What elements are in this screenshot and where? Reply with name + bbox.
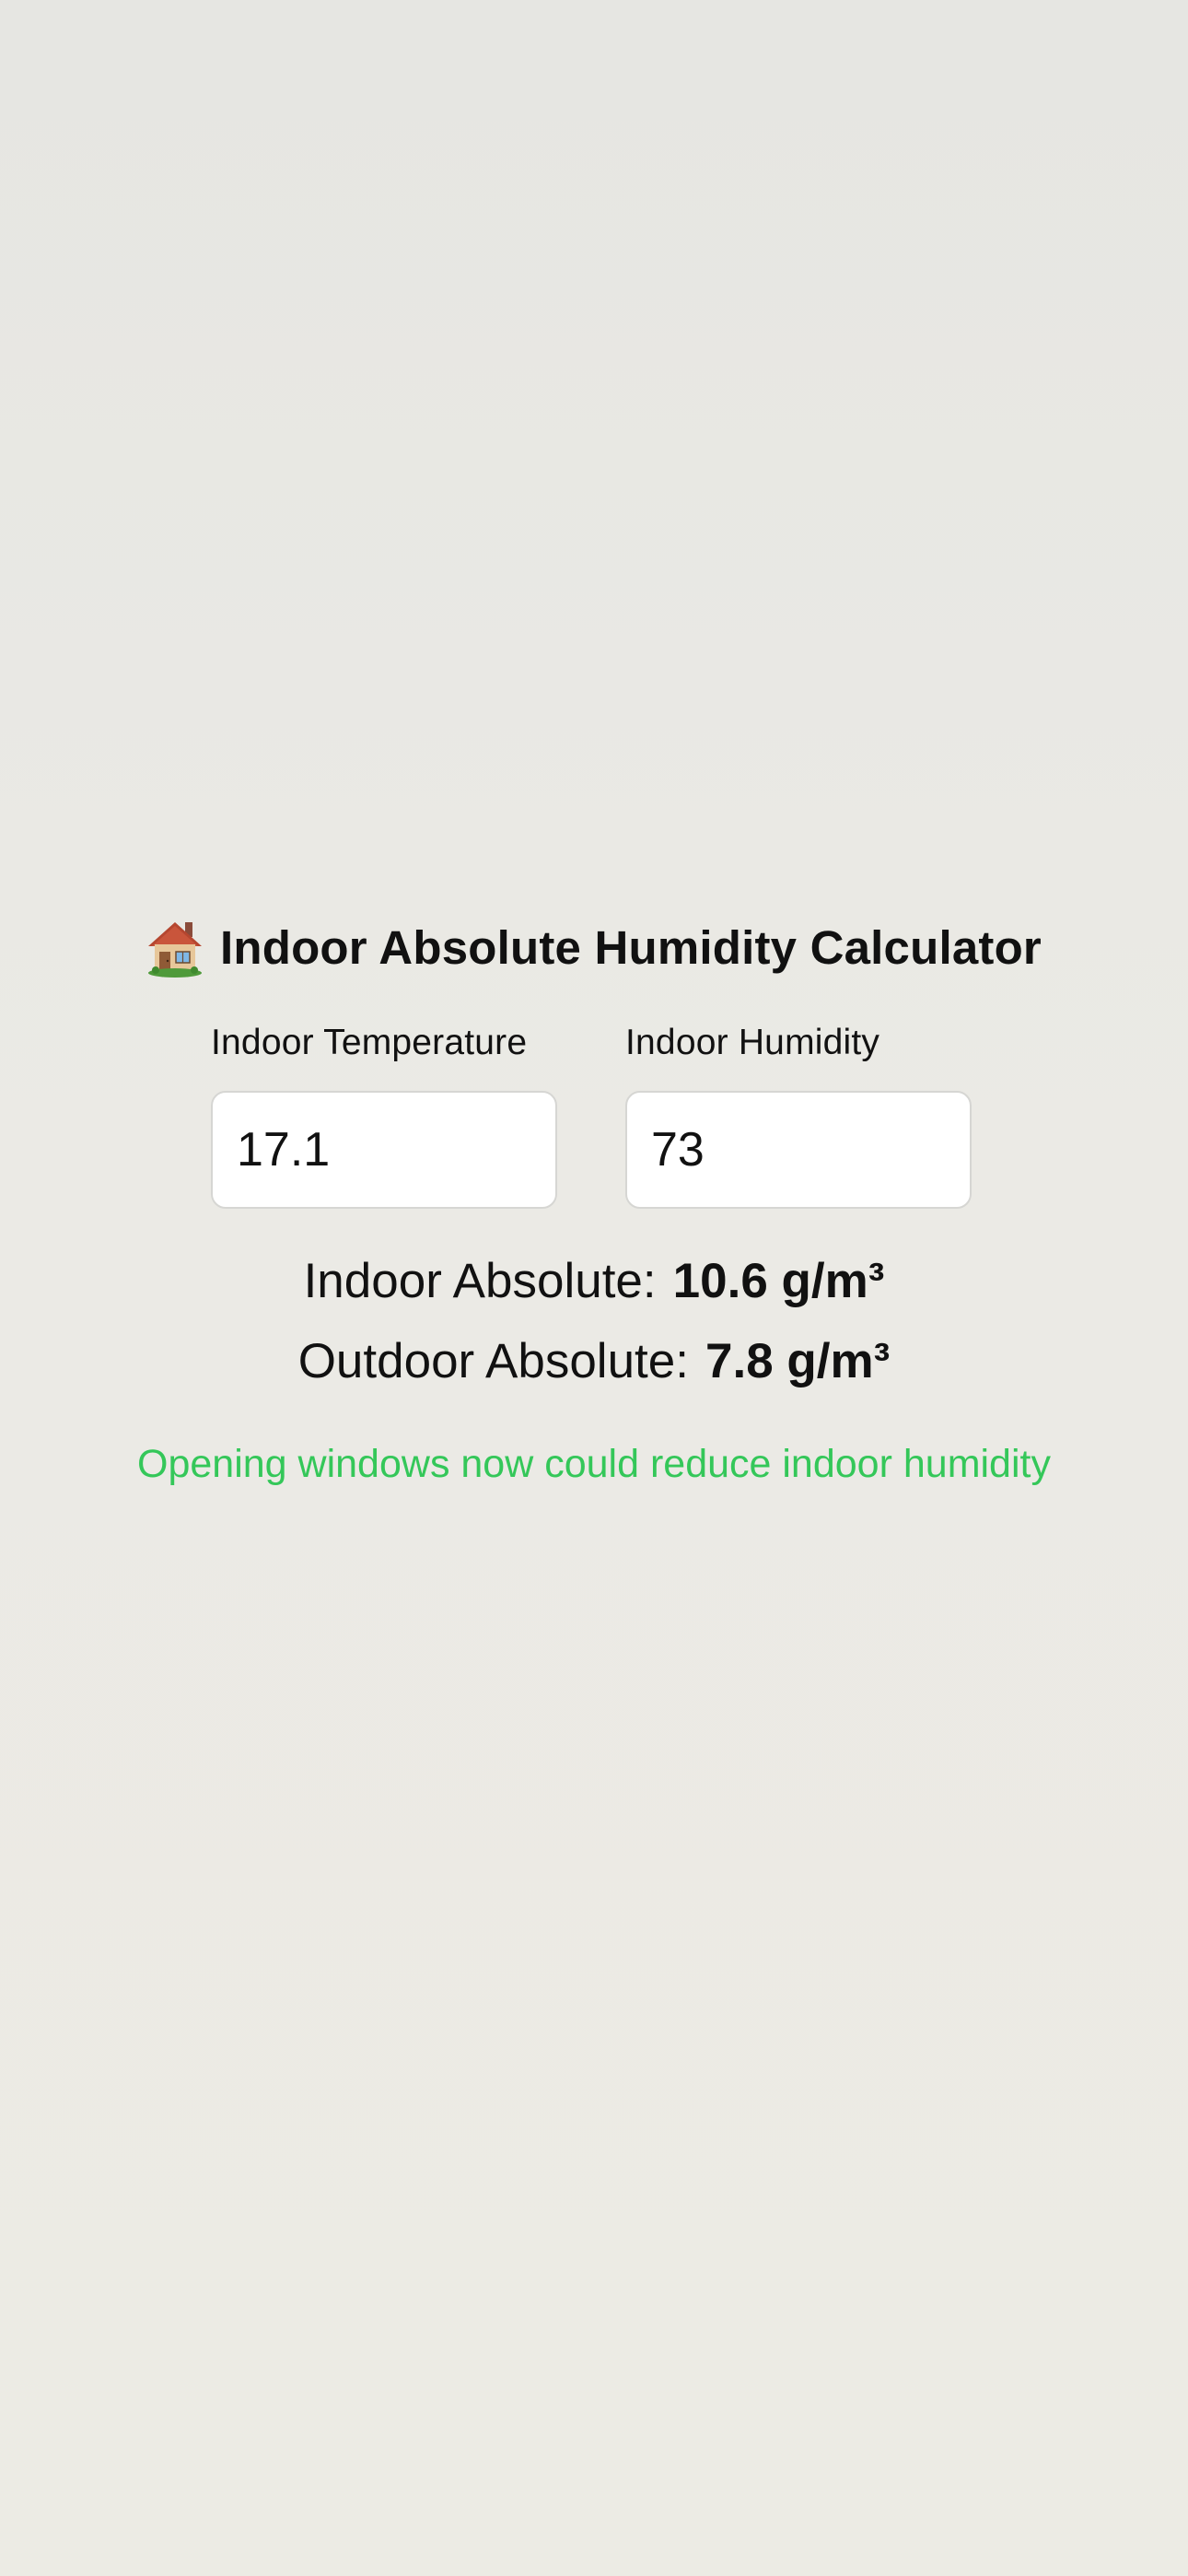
humidity-label: Indoor Humidity bbox=[625, 1023, 880, 1062]
indoor-absolute-label: Indoor Absolute: bbox=[303, 1254, 657, 1308]
temperature-input[interactable] bbox=[211, 1091, 557, 1209]
humidity-field: Indoor Humidity bbox=[625, 1023, 975, 1209]
advice-message: Opening windows now could reduce indoor … bbox=[137, 1442, 1051, 1486]
temperature-label: Indoor Temperature bbox=[211, 1023, 528, 1062]
humidity-calculator-app: Indoor Absolute Humidity Calculator Indo… bbox=[0, 0, 1188, 2576]
indoor-absolute-result: Indoor Absolute: 10.6 g/m³ bbox=[0, 1253, 1188, 1309]
outdoor-absolute-label: Outdoor Absolute: bbox=[297, 1334, 689, 1388]
house-icon bbox=[146, 917, 204, 978]
outdoor-absolute-value: 7.8 g/m³ bbox=[705, 1334, 891, 1388]
temperature-field: Indoor Temperature bbox=[211, 1023, 561, 1209]
page-title: Indoor Absolute Humidity Calculator bbox=[220, 920, 1042, 974]
outdoor-absolute-result: Outdoor Absolute: 7.8 g/m³ bbox=[0, 1333, 1188, 1389]
humidity-input[interactable] bbox=[625, 1091, 972, 1209]
title-row: Indoor Absolute Humidity Calculator bbox=[0, 917, 1188, 978]
indoor-absolute-value: 10.6 g/m³ bbox=[672, 1254, 885, 1308]
